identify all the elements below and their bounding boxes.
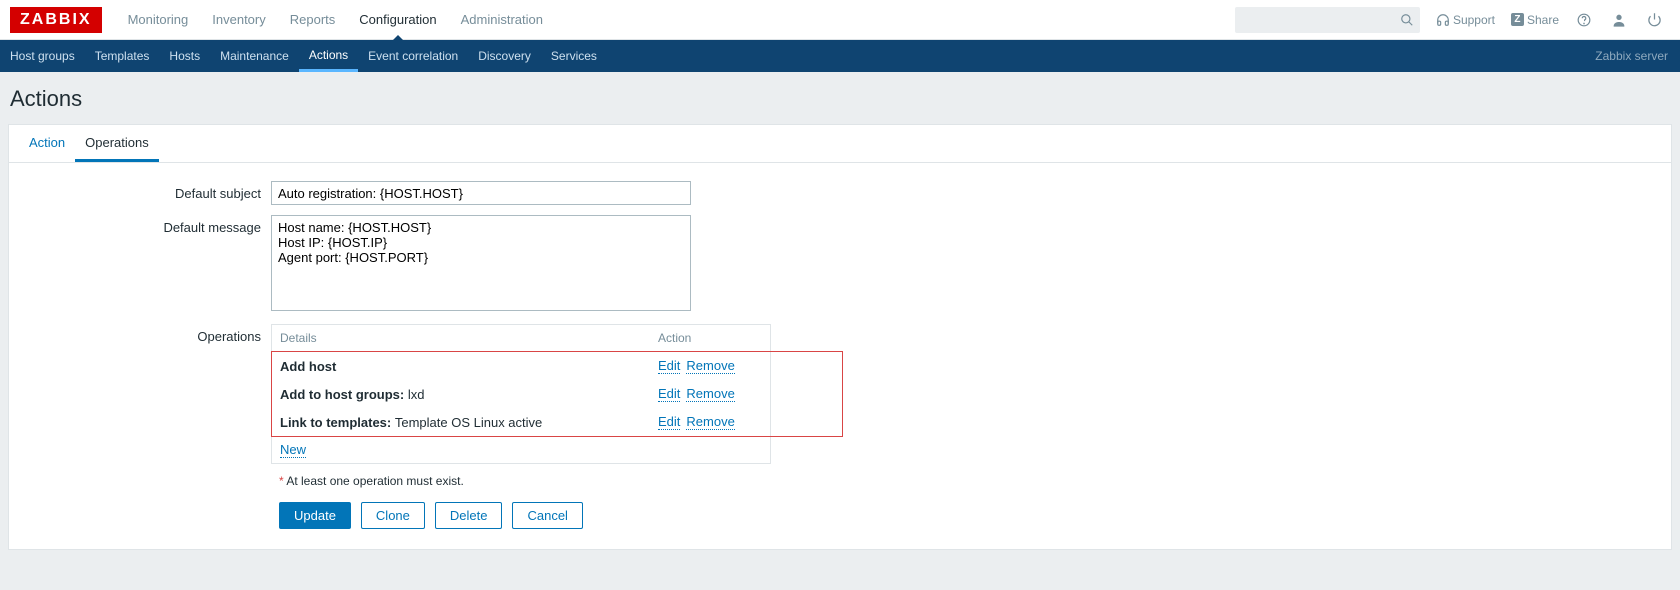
tab-operations[interactable]: Operations [75, 125, 159, 162]
operations-table: Details Action Add host Edit Remove A [271, 324, 771, 464]
remove-link[interactable]: Remove [686, 358, 734, 374]
operations-footer: New [272, 436, 770, 463]
topnav-monitoring[interactable]: Monitoring [116, 0, 201, 40]
topbar-right: Support Z Share [1235, 7, 1670, 33]
logo[interactable]: ZABBIX [10, 7, 102, 33]
subnav-discovery[interactable]: Discovery [468, 40, 541, 72]
table-row: Add to host groups: lxd Edit Remove [272, 380, 842, 408]
user-icon[interactable] [1603, 12, 1635, 28]
subnav-hosts[interactable]: Hosts [159, 40, 210, 72]
default-message-label: Default message [19, 215, 271, 235]
button-row: Update Clone Delete Cancel [19, 502, 1661, 529]
support-link[interactable]: Support [1430, 13, 1501, 27]
row-default-subject: Default subject [19, 181, 1661, 205]
operations-body-highlighted: Add host Edit Remove Add to host groups:… [271, 351, 843, 437]
power-icon[interactable] [1639, 12, 1670, 27]
topnav-configuration[interactable]: Configuration [347, 0, 448, 40]
subnav-eventcorrelation[interactable]: Event correlation [358, 40, 468, 72]
topnav: Monitoring Inventory Reports Configurati… [116, 0, 555, 40]
edit-link[interactable]: Edit [658, 358, 680, 374]
delete-button[interactable]: Delete [435, 502, 503, 529]
topnav-reports[interactable]: Reports [278, 0, 348, 40]
form-area: Default subject Default message Host nam… [9, 163, 1671, 549]
asterisk-icon: * [279, 474, 284, 488]
operations-header: Details Action [272, 325, 770, 352]
page-title: Actions [0, 72, 1680, 124]
topnav-administration[interactable]: Administration [449, 0, 555, 40]
op-detail: Add host [280, 359, 658, 374]
share-label: Share [1527, 13, 1559, 27]
remove-link[interactable]: Remove [686, 386, 734, 402]
required-note: * At least one operation must exist. [19, 474, 1661, 488]
edit-link[interactable]: Edit [658, 386, 680, 402]
server-label: Zabbix server [1595, 40, 1680, 72]
share-icon: Z [1511, 13, 1524, 26]
default-subject-label: Default subject [19, 181, 271, 201]
new-link[interactable]: New [280, 442, 306, 458]
support-icon [1436, 13, 1450, 27]
cancel-button[interactable]: Cancel [512, 502, 582, 529]
help-icon[interactable] [1569, 13, 1599, 27]
table-row: Link to templates: Template OS Linux act… [272, 408, 842, 436]
remove-link[interactable]: Remove [686, 414, 734, 430]
required-text: At least one operation must exist. [286, 474, 463, 488]
tabs: Action Operations [9, 125, 1671, 163]
search-icon[interactable] [1400, 13, 1414, 27]
support-label: Support [1453, 13, 1495, 27]
row-operations: Operations Details Action Add host Edit … [19, 324, 1661, 464]
search-input[interactable] [1235, 7, 1420, 33]
subnav-actions[interactable]: Actions [299, 40, 358, 72]
subnav-services[interactable]: Services [541, 40, 607, 72]
table-row: Add host Edit Remove [272, 352, 842, 380]
edit-link[interactable]: Edit [658, 414, 680, 430]
default-message-textarea[interactable]: Host name: {HOST.HOST} Host IP: {HOST.IP… [271, 215, 691, 311]
subnav-hostgroups[interactable]: Host groups [0, 40, 85, 72]
subnav-maintenance[interactable]: Maintenance [210, 40, 299, 72]
default-subject-input[interactable] [271, 181, 691, 205]
ops-header-action: Action [650, 325, 770, 351]
update-button[interactable]: Update [279, 502, 351, 529]
search-wrap [1235, 7, 1420, 33]
topbar: ZABBIX Monitoring Inventory Reports Conf… [0, 0, 1680, 40]
tab-action[interactable]: Action [19, 125, 75, 162]
share-link[interactable]: Z Share [1505, 13, 1565, 27]
subnav-templates[interactable]: Templates [85, 40, 160, 72]
clone-button[interactable]: Clone [361, 502, 425, 529]
subnav: Host groups Templates Hosts Maintenance … [0, 40, 1680, 72]
ops-header-details: Details [272, 325, 650, 351]
op-detail: Add to host groups: lxd [280, 387, 658, 402]
content-card: Action Operations Default subject Defaul… [8, 124, 1672, 550]
topnav-inventory[interactable]: Inventory [200, 0, 277, 40]
row-default-message: Default message Host name: {HOST.HOST} H… [19, 215, 1661, 314]
operations-label: Operations [19, 324, 271, 344]
op-detail: Link to templates: Template OS Linux act… [280, 415, 658, 430]
